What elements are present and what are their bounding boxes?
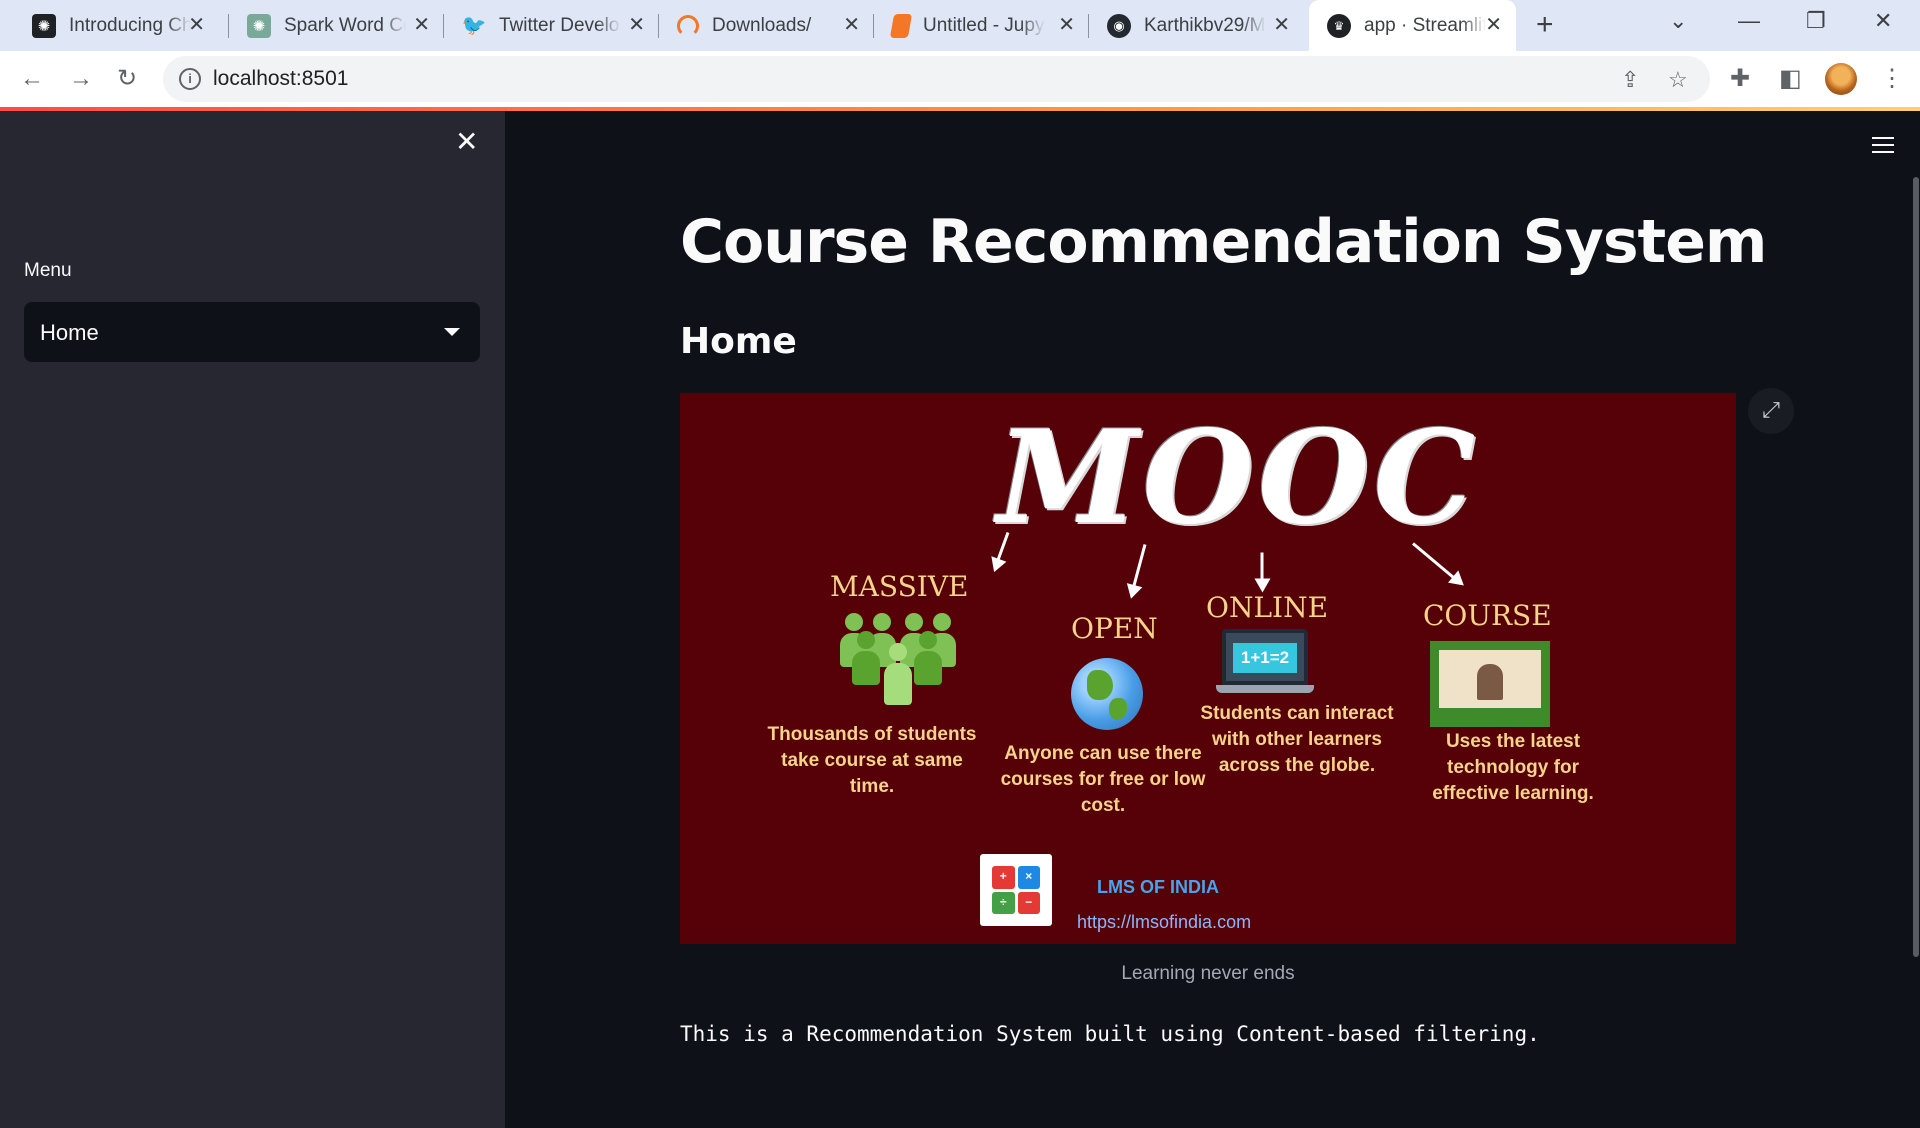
new-tab-plus-icon[interactable]: + xyxy=(1536,9,1554,41)
description-text: This is a Recommendation System built us… xyxy=(680,1022,1540,1046)
laptop-icon: 1+1=2 xyxy=(1216,629,1314,699)
tab-title: Downloads/ xyxy=(712,14,812,36)
restore-icon[interactable]: ❐ xyxy=(1806,8,1826,34)
tab-title: Spark Word Co xyxy=(284,14,406,36)
tab-title: Introducing Ch xyxy=(69,14,191,36)
tab-search-chevron-icon[interactable]: ⌄ xyxy=(1669,8,1687,34)
tab-title: Twitter Develo xyxy=(499,14,620,36)
extensions-puzzle-icon[interactable]: ✚ xyxy=(1730,65,1750,93)
close-tab-icon[interactable]: ✕ xyxy=(413,13,430,37)
tab-title: app · Streamlit xyxy=(1364,14,1486,36)
minimize-icon[interactable]: — xyxy=(1738,8,1760,34)
browser-tab-active[interactable]: ♛ app · Streamlit ✕ xyxy=(1309,0,1516,51)
browser-tab[interactable]: Downloads/ ✕ xyxy=(659,0,874,51)
globe-icon xyxy=(1071,658,1143,730)
streamlit-icon: ♛ xyxy=(1327,13,1351,38)
site-info-icon[interactable]: i xyxy=(179,68,201,90)
laptop-screen-text: 1+1=2 xyxy=(1233,643,1297,673)
close-tab-icon[interactable]: ✕ xyxy=(188,13,205,37)
mooc-image: MOOC MASSIVE OPEN ONLINE COURSE 1+1=2 Th… xyxy=(680,393,1736,944)
reload-icon[interactable]: ↻ xyxy=(117,65,137,93)
chevron-down-icon[interactable] xyxy=(444,328,460,336)
fullscreen-expand-icon[interactable]: ⤢ xyxy=(1748,388,1794,434)
address-bar[interactable]: i localhost:8501 ⇪ ☆ xyxy=(163,56,1710,102)
mooc-headline: MOOC xyxy=(996,403,1480,553)
lms-logo: + × ÷ − xyxy=(980,854,1052,926)
close-tab-icon[interactable]: ✕ xyxy=(1273,13,1290,37)
menu-select-value[interactable]: Home xyxy=(40,320,99,346)
pillar-desc-massive: Thousands of students take course at sam… xyxy=(767,724,977,797)
page-title: Course Recommendation System xyxy=(680,207,1767,277)
tab-title: Karthikbv29/M xyxy=(1144,14,1266,36)
close-tab-icon[interactable]: ✕ xyxy=(628,13,645,37)
close-tab-icon[interactable]: ✕ xyxy=(843,13,860,37)
url-text[interactable]: localhost:8501 xyxy=(213,67,348,91)
openai-icon: ✺ xyxy=(247,13,271,38)
back-arrow-icon[interactable]: ← xyxy=(20,65,44,93)
browser-toolbar: ← → ↻ i localhost:8501 ⇪ ☆ ✚ ◧ ⋮ xyxy=(0,51,1920,107)
github-icon: ◉ xyxy=(1107,13,1131,38)
scrollbar[interactable] xyxy=(1913,177,1919,957)
forward-arrow-icon[interactable]: → xyxy=(69,65,93,93)
pillar-desc-course: Uses the latest technology for effective… xyxy=(1432,731,1594,804)
arrow-icon xyxy=(1260,552,1264,589)
menu-select[interactable]: Home xyxy=(24,302,480,362)
bookmark-star-icon[interactable]: ☆ xyxy=(1668,67,1688,93)
lms-brand-url: https://lmsofindia.com xyxy=(1077,912,1252,932)
jupyter-icon xyxy=(677,14,699,37)
browser-tab[interactable]: ✺ Spark Word Co ✕ xyxy=(229,0,444,51)
pillar-title-online: ONLINE xyxy=(1206,591,1329,624)
pillar-title-open: OPEN xyxy=(1071,612,1158,645)
profile-avatar[interactable] xyxy=(1825,63,1857,95)
main-content: Course Recommendation System Home MOOC M… xyxy=(505,111,1920,1128)
page-subheader: Home xyxy=(680,321,797,362)
sidebar: ✕ Menu Home xyxy=(0,111,505,1128)
twitter-icon: 🐦 xyxy=(461,15,487,37)
browser-tab[interactable]: 🐦 Twitter Develo ✕ xyxy=(444,0,659,51)
browser-tab[interactable]: ◉ Karthikbv29/M ✕ xyxy=(1089,0,1304,51)
pillar-desc-open: Anyone can use there courses for free or… xyxy=(1000,743,1206,816)
browser-tab[interactable]: Untitled - Jupy ✕ xyxy=(874,0,1089,51)
hamburger-menu-icon[interactable] xyxy=(1872,137,1894,155)
jupyter-book-icon xyxy=(889,13,913,38)
pillar-title-massive: MASSIVE xyxy=(830,570,969,603)
browser-tab[interactable]: ✺ Introducing Ch ✕ xyxy=(14,0,219,51)
close-window-icon[interactable]: ✕ xyxy=(1874,8,1892,34)
more-menu-icon[interactable]: ⋮ xyxy=(1880,65,1904,93)
close-tab-icon[interactable]: ✕ xyxy=(1058,13,1075,37)
openai-icon: ✺ xyxy=(32,13,56,38)
crowd-icon xyxy=(838,613,958,718)
lms-brand-name: LMS OF INDIA xyxy=(1097,877,1219,897)
teacher-monitor-icon xyxy=(1430,641,1550,727)
close-tab-icon[interactable]: ✕ xyxy=(1485,13,1502,37)
side-panel-icon[interactable]: ◧ xyxy=(1779,65,1802,93)
close-sidebar-icon[interactable]: ✕ xyxy=(455,128,478,156)
menu-label: Menu xyxy=(24,260,72,281)
tab-title: Untitled - Jupy xyxy=(923,14,1045,36)
image-caption: Learning never ends xyxy=(1121,963,1295,984)
pillar-title-course: COURSE xyxy=(1423,599,1552,632)
share-icon[interactable]: ⇪ xyxy=(1621,67,1639,93)
browser-tab-bar: ✺ Introducing Ch ✕ ✺ Spark Word Co ✕ 🐦 T… xyxy=(0,0,1920,51)
pillar-desc-online: Students can interact with other learner… xyxy=(1200,703,1394,776)
